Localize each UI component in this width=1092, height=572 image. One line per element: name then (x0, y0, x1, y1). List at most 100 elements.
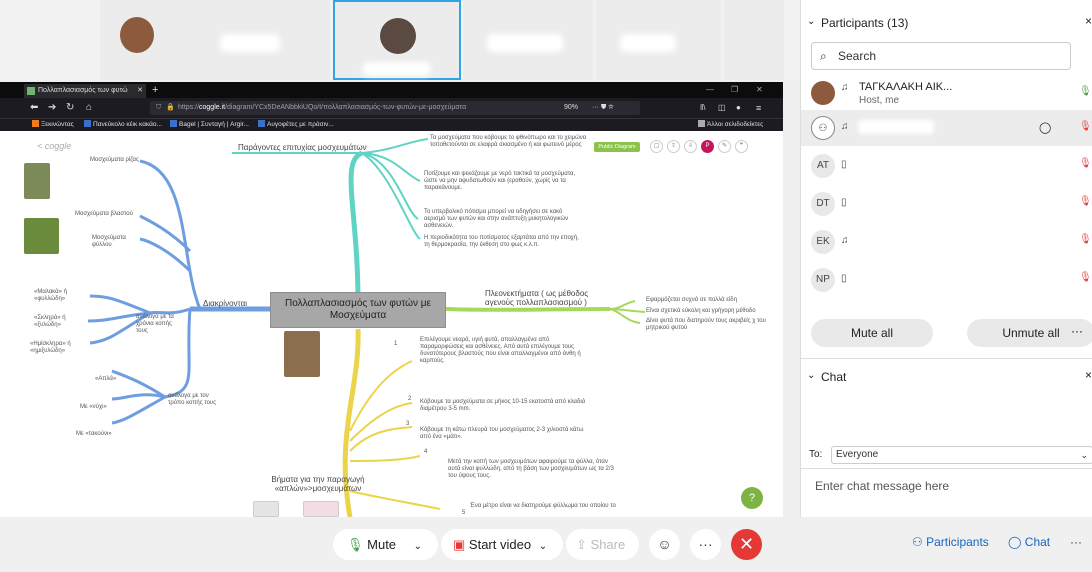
node-method-type[interactable]: Με «τακούνι» (76, 431, 112, 438)
close-icon[interactable]: × (1085, 368, 1092, 382)
browser-tab[interactable]: Πολλαπλασιασμός των φυτώ ✕ (24, 84, 146, 98)
node-success-factors[interactable]: Παράγοντες επιτυχίας μοσχευμάτων (238, 143, 367, 152)
download-icon[interactable]: ⇩ (684, 140, 697, 153)
forward-arrow-icon[interactable]: ➔ (48, 100, 56, 116)
leaf-cutting-image[interactable] (24, 218, 59, 254)
chat-toggle-button[interactable]: ◯ Chat (1008, 535, 1050, 549)
node-advantage[interactable]: Δίνει φυτά που διατηρούν τους ακριβείς χ… (646, 318, 781, 332)
reload-icon[interactable]: ↻ (66, 100, 74, 116)
mindmap-canvas[interactable]: < coggle Public Diagram ▢ ⇧ ⇩ P ✎ ❞ Πολλ… (0, 131, 783, 517)
participant-row[interactable]: AT ▯ 🎙 (801, 146, 1092, 186)
close-icon[interactable]: × (1085, 14, 1092, 28)
video-tile[interactable] (596, 0, 721, 80)
participant-row-host[interactable]: ♫ ΤΑΓΚΑΛΑΚΗ ΑΙΚ... Host, me 🎙 (801, 76, 1092, 110)
bookmark-item[interactable]: Πανεύκολο κέικ κακάο... (84, 120, 162, 130)
account-icon[interactable]: ● (736, 100, 741, 116)
more-options-button[interactable]: ··· (690, 529, 721, 560)
node-age-type[interactable]: «Ημίσκληρα» ή «ημιξυλώδη» (30, 341, 82, 355)
node-age-type[interactable]: «Σκληρά» ή «ξυλώδη» (34, 315, 82, 329)
collapse-chevron-icon[interactable]: ⌄ (807, 16, 815, 27)
edit-icon[interactable]: ✎ (718, 140, 731, 153)
step-text[interactable]: Μετά την κοπή των μοσχευμάτων αφαιρούμε … (448, 459, 618, 480)
microphone-muted-icon[interactable]: 🎙 (1079, 121, 1092, 132)
root-cutting-image[interactable] (24, 163, 50, 199)
node-by-method[interactable]: ανάλογα με τον τρόπο κοπής τους (168, 393, 224, 407)
node-cutting-type[interactable]: Μοσχεύματα ρίζας (90, 157, 139, 164)
maximize-icon[interactable]: ❐ (731, 82, 738, 98)
chevron-down-icon[interactable]: ⌄ (414, 541, 422, 552)
share-icon[interactable]: ⇧ (667, 140, 680, 153)
node-steps[interactable]: Βήματα για την παραγωγή «απλών»>μοσχευμά… (270, 475, 366, 493)
new-tab-button[interactable]: + (152, 82, 158, 98)
node-factor[interactable]: Η περιοδικότητα του ποτίσματος εξαρτάται… (424, 235, 584, 249)
participant-row[interactable]: ⚇ ♫ ◯ 🎙 (801, 110, 1092, 146)
tab-close-icon[interactable]: ✕ (137, 84, 143, 98)
cutting-photo[interactable] (284, 331, 320, 377)
node-age-type[interactable]: «Μαλακά» ή «φυλλώδη» (34, 289, 82, 303)
step-text[interactable]: Κόβουμε τα μοσχεύματα σε μήκος 10-15 εκα… (420, 399, 590, 413)
step-image[interactable] (303, 501, 339, 517)
mute-button[interactable]: 🎙 Mute ⌄ (333, 529, 438, 560)
comments-icon[interactable]: ▢ (650, 140, 663, 153)
home-icon[interactable]: ⌂ (86, 100, 92, 116)
microphone-muted-icon[interactable]: 🎙 (1079, 196, 1092, 207)
microphone-muted-icon[interactable]: 🎙 (1079, 272, 1092, 283)
microphone-muted-icon[interactable]: 🎙 (1079, 158, 1092, 169)
bookmark-item[interactable]: Αυγοφέτες με πράσιν... (258, 120, 334, 130)
sidebar-icon[interactable]: ◫ (718, 100, 726, 116)
node-advantages[interactable]: Πλεονεκτήματα ( ως μέθοδος αγενούς πολλα… (485, 289, 605, 307)
bookmark-item[interactable]: Bagel | Συνταγή | Argir... (170, 120, 249, 130)
back-arrow-icon[interactable]: ⬅ (30, 100, 38, 116)
participants-more-button[interactable]: ··· (1063, 319, 1091, 347)
chevron-down-icon[interactable]: ⌄ (539, 541, 547, 552)
node-factor[interactable]: Ποτίζουμε και ψεκάζουμε με νερό τακτικά … (424, 171, 584, 192)
microphone-on-icon[interactable]: 🎙 (1079, 86, 1092, 97)
video-tile[interactable] (100, 0, 330, 80)
video-tile[interactable] (0, 0, 154, 80)
node-by-age[interactable]: ανάλογα με τα χρόνια κοπής τους (136, 314, 180, 335)
participants-toggle-button[interactable]: ⚇ Participants (912, 535, 989, 549)
video-tile[interactable] (463, 0, 593, 80)
node-factor[interactable]: Το υπερβολικό πότισμα μπορεί να οδηγήσει… (424, 209, 584, 230)
step-image[interactable] (253, 501, 279, 517)
node-factor[interactable]: Τα μοσχεύματα που κόβουμε το φθινόπωρο κ… (430, 135, 590, 149)
page-actions-icon[interactable]: ··· ⛊ ☆ (592, 101, 614, 115)
start-video-button[interactable]: ▣ Start video ⌄ (441, 529, 563, 560)
node-distinguish[interactable]: Διακρίνονται (203, 299, 247, 308)
participant-row[interactable]: DT ▯ 🎙 (801, 184, 1092, 224)
end-meeting-button[interactable]: ✕ (731, 529, 762, 560)
minimize-icon[interactable]: — (706, 82, 714, 98)
other-bookmarks[interactable]: Άλλοι σελιδοδείκτες (698, 120, 763, 130)
participant-row[interactable]: EK ♫ 🎙 (801, 222, 1092, 262)
bookmark-item[interactable]: Ξεκινώντας (32, 120, 74, 130)
microphone-muted-icon[interactable]: 🎙 (1079, 234, 1092, 245)
node-cutting-type[interactable]: Μοσχεύματα φύλλου (92, 235, 136, 249)
mute-all-button[interactable]: Mute all (811, 319, 933, 347)
close-window-icon[interactable]: ✕ (756, 82, 763, 98)
chat-bubble-icon[interactable]: ◯ (1039, 121, 1051, 134)
step-text[interactable]: Κόβουμε τη κάτω πλευρά του μοσχεύματος 2… (420, 427, 590, 441)
library-icon[interactable]: ‖\ (700, 100, 706, 116)
user-avatar-icon[interactable]: P (701, 140, 714, 153)
more-panels-button[interactable]: ··· (1070, 535, 1082, 549)
step-text[interactable]: Ένα μέτρο είναι να διατηρούμε φύλλωμα το… (470, 503, 660, 510)
video-tile[interactable] (724, 0, 784, 80)
node-cutting-type[interactable]: Μοσχεύματα βλαστού (75, 211, 133, 218)
quote-icon[interactable]: ❞ (735, 140, 748, 153)
chat-recipient-select[interactable]: Everyone ⌄ (831, 446, 1092, 464)
share-button[interactable]: ⇪ Share (566, 529, 639, 560)
node-method-type[interactable]: Με «νύχι» (80, 404, 107, 411)
node-advantage[interactable]: Είναι σχετικά εύκολη και γρήγορη μέθοδο (646, 308, 781, 315)
participant-search-input[interactable]: ⌕ Search (811, 42, 1071, 70)
reactions-button[interactable]: ☺ (649, 529, 680, 560)
chat-message-input[interactable]: Enter chat message here (815, 479, 949, 493)
node-advantage[interactable]: Εφαρμόζεται συχνά σε πολλά είδη (646, 297, 781, 304)
coggle-logo[interactable]: < coggle (37, 141, 71, 151)
url-bar[interactable]: ⛉ 🔒 https://coggle.it/diagram/YCx5DeANbb… (150, 101, 640, 115)
help-button[interactable]: ? (741, 487, 763, 509)
node-method-type[interactable]: «Απλά» (95, 376, 116, 383)
step-text[interactable]: Επιλέγουμε νεαρά, υγιή φυτά, απαλλαγμένα… (420, 337, 590, 365)
central-node[interactable]: Πολλαπλασιασμός των φυτών με Μοσχεύματα (270, 292, 446, 328)
collapse-chevron-icon[interactable]: ⌄ (807, 370, 815, 381)
participant-row[interactable]: NP ▯ 🎙 (801, 260, 1092, 300)
